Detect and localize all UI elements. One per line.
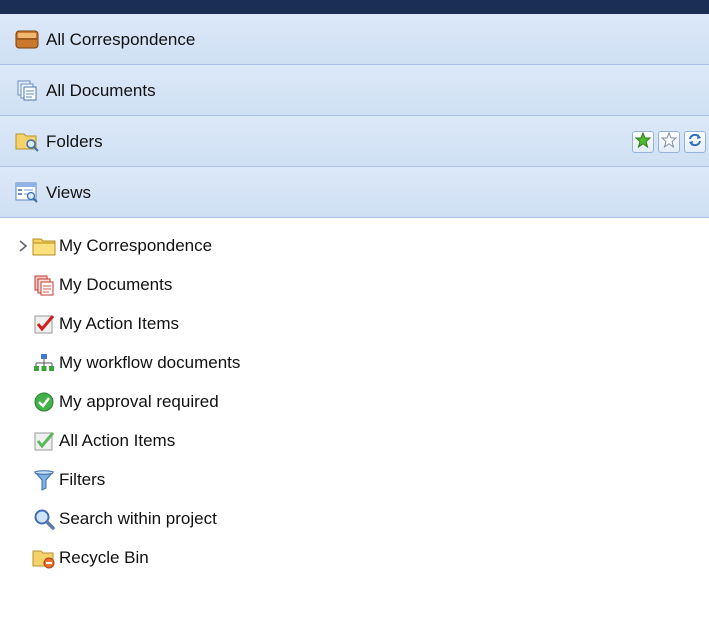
tree-item-my-correspondence[interactable]: My Correspondence (0, 226, 709, 265)
tree-item-my-workflow-documents[interactable]: My workflow documents (0, 343, 709, 382)
folder-search-icon (14, 128, 40, 154)
add-favorite-button[interactable] (632, 131, 654, 153)
search-icon (32, 507, 56, 531)
panel-all-correspondence[interactable]: All Correspondence (0, 14, 709, 65)
panel-label: Views (46, 182, 92, 202)
panel-label: Folders (46, 131, 103, 151)
inbox-icon (14, 26, 40, 52)
workflow-icon (32, 351, 56, 375)
green-check-icon (32, 429, 56, 453)
tree-item-my-action-items[interactable]: My Action Items (0, 304, 709, 343)
refresh-icon (687, 132, 703, 153)
tree-item-label: My Documents (59, 274, 173, 294)
panel-label: All Correspondence (46, 29, 196, 49)
views-icon (14, 179, 40, 205)
panel-all-documents[interactable]: All Documents (0, 65, 709, 116)
tree-item-filters[interactable]: Filters (0, 460, 709, 499)
tree-item-label: My approval required (59, 391, 219, 411)
tree-item-label: All Action Items (59, 430, 176, 450)
tree-item-label: My workflow documents (59, 352, 241, 372)
add-favorite-icon (634, 131, 652, 153)
refresh-button[interactable] (684, 131, 706, 153)
tree-item-label: My Correspondence (59, 235, 213, 255)
favorite-icon (660, 131, 678, 153)
panel-folders[interactable]: Folders (0, 116, 709, 167)
tree-item-my-approval-required[interactable]: My approval required (0, 382, 709, 421)
top-bar (0, 0, 709, 14)
tree-item-label: Recycle Bin (59, 547, 149, 567)
tree-item-recycle-bin[interactable]: Recycle Bin (0, 538, 709, 577)
red-documents-icon (32, 273, 56, 297)
views-tree: My Correspondence My Documents My Action… (0, 218, 709, 577)
tree-item-label: Search within project (59, 508, 217, 528)
panel-views[interactable]: Views (0, 167, 709, 218)
documents-icon (14, 77, 40, 103)
filter-icon (32, 468, 56, 492)
tree-item-search-within-project[interactable]: Search within project (0, 499, 709, 538)
chevron-right-icon[interactable] (13, 236, 32, 256)
red-check-icon (32, 312, 56, 336)
tree-item-my-documents[interactable]: My Documents (0, 265, 709, 304)
panel-label: All Documents (46, 80, 156, 100)
tree-item-label: My Action Items (59, 313, 179, 333)
approval-icon (32, 390, 56, 414)
tree-item-label: Filters (59, 469, 106, 489)
recycle-bin-icon (32, 546, 56, 570)
favorite-button[interactable] (658, 131, 680, 153)
folder-toolbar (632, 131, 706, 153)
folder-icon (32, 234, 56, 258)
tree-item-all-action-items[interactable]: All Action Items (0, 421, 709, 460)
